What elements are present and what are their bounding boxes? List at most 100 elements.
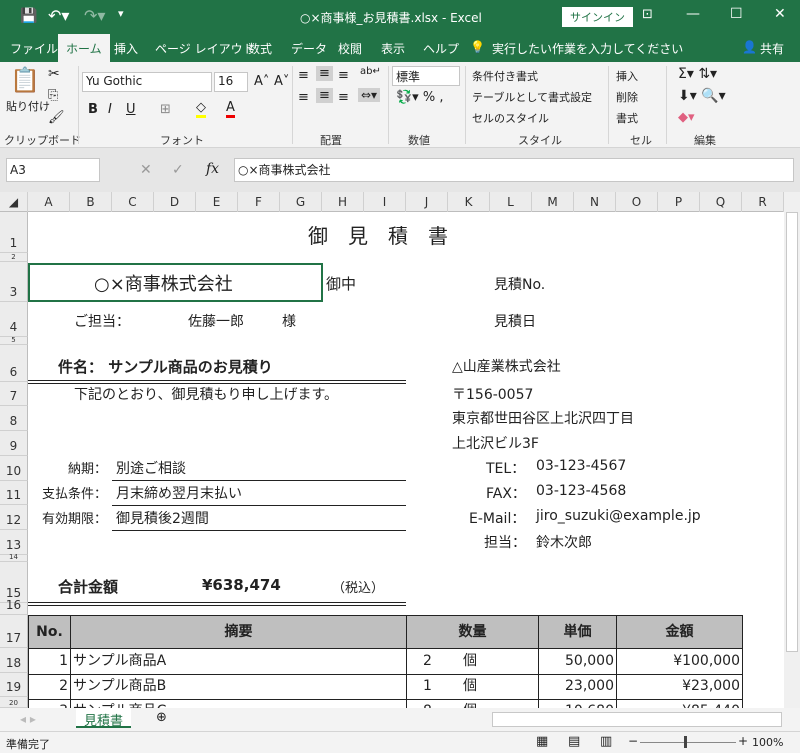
row-header[interactable]: 11 xyxy=(0,481,28,505)
table-cell-qty[interactable]: 8個 xyxy=(406,699,539,708)
worksheet-grid[interactable]: 御 見 積 書 ○×商事株式会社 御中 見積No. ご担当： 佐藤一郎 様 見積… xyxy=(28,212,784,708)
select-all[interactable]: ◢ xyxy=(0,192,28,212)
row-header[interactable]: 8 xyxy=(0,406,28,431)
row-header[interactable]: 2 xyxy=(0,253,28,262)
row-header[interactable]: 13 xyxy=(0,530,28,555)
sheet-tab[interactable]: 見積書 xyxy=(76,708,132,729)
currency-icon[interactable]: 💱▾ % , xyxy=(396,90,443,105)
paste-button[interactable]: 貼り付け xyxy=(6,98,50,114)
column-header[interactable]: I xyxy=(364,192,406,212)
minimize-icon[interactable]: — xyxy=(686,6,700,22)
row-header[interactable]: 14 xyxy=(0,553,28,562)
find-icon[interactable]: ⬇▾ 🔍▾ xyxy=(678,88,726,104)
row-header[interactable]: 3 xyxy=(0,262,28,302)
copy-icon[interactable]: ⎘ xyxy=(48,88,58,103)
tell-me-input[interactable]: 実行したい作業を入力してください xyxy=(492,40,683,57)
align-center-icon[interactable]: ≡ xyxy=(316,88,333,103)
font-size-select[interactable]: 16 xyxy=(214,72,248,92)
align-top-icon[interactable]: ≡ xyxy=(298,68,309,83)
column-header[interactable]: J xyxy=(406,192,448,212)
vertical-scrollbar[interactable] xyxy=(784,192,800,708)
table-cell-no[interactable]: 3 xyxy=(28,699,71,708)
decrease-font-icon[interactable]: A˅ xyxy=(274,74,289,89)
column-header[interactable]: P xyxy=(658,192,700,212)
row-header[interactable]: 9 xyxy=(0,431,28,456)
increase-font-icon[interactable]: A˄ xyxy=(254,74,269,89)
zoom-in-icon[interactable]: + xyxy=(738,734,748,748)
ribbon-display-icon[interactable]: ⊡ xyxy=(642,7,653,22)
table-cell-qty[interactable]: 1個 xyxy=(406,674,539,700)
formula-input[interactable]: ○×商事株式会社 xyxy=(234,158,794,182)
customize-qat-icon[interactable]: ▾ xyxy=(118,7,124,20)
cell-styles-button[interactable]: セルのスタイル xyxy=(472,110,549,126)
format-cells-button[interactable]: 書式 xyxy=(616,110,638,126)
tab-data[interactable]: データ xyxy=(291,40,327,57)
maximize-icon[interactable]: ☐ xyxy=(730,6,743,22)
row-header[interactable]: 6 xyxy=(0,345,28,382)
table-cell-amount[interactable]: ¥100,000 xyxy=(616,649,743,675)
save-icon[interactable]: 💾 xyxy=(20,8,37,24)
row-header[interactable]: 17 xyxy=(0,615,28,648)
wrap-text-icon[interactable]: ab↵ xyxy=(360,66,381,77)
signin-button[interactable]: サインイン xyxy=(562,7,633,27)
column-header[interactable]: N xyxy=(574,192,616,212)
format-painter-icon[interactable]: 🖌 xyxy=(48,110,65,125)
row-header[interactable]: 7 xyxy=(0,382,28,406)
table-cell-desc[interactable]: サンプル商品B xyxy=(70,674,407,700)
enter-icon[interactable]: ✓ xyxy=(172,162,184,178)
page-layout-view-icon[interactable]: ▤ xyxy=(568,734,580,749)
format-as-table-button[interactable]: テーブルとして書式設定 xyxy=(472,89,592,105)
column-header[interactable]: F xyxy=(238,192,280,212)
row-header[interactable]: 12 xyxy=(0,505,28,530)
zoom-slider[interactable] xyxy=(640,742,736,743)
row-header[interactable]: 10 xyxy=(0,456,28,481)
align-bottom-icon[interactable]: ≡ xyxy=(338,68,349,83)
italic-button[interactable]: I xyxy=(108,102,112,117)
normal-view-icon[interactable]: ▦ xyxy=(536,734,548,749)
redo-icon[interactable]: ↷▾ xyxy=(84,6,105,25)
bold-button[interactable]: B xyxy=(88,102,98,117)
underline-button[interactable]: U xyxy=(126,102,136,117)
row-header[interactable]: 15 xyxy=(0,562,28,603)
align-right-icon[interactable]: ≡ xyxy=(338,90,349,105)
column-header[interactable]: G xyxy=(280,192,322,212)
column-header[interactable]: Q xyxy=(700,192,742,212)
row-header[interactable]: 4 xyxy=(0,302,28,337)
tab-file[interactable]: ファイル xyxy=(10,40,58,57)
tab-view[interactable]: 表示 xyxy=(381,40,405,57)
column-header[interactable]: O xyxy=(616,192,658,212)
horizontal-scrollbar[interactable] xyxy=(492,712,782,727)
align-middle-icon[interactable]: ≡ xyxy=(316,66,333,81)
name-box[interactable]: A3 xyxy=(6,158,100,182)
column-header[interactable]: B xyxy=(70,192,112,212)
close-icon[interactable]: ✕ xyxy=(774,6,786,22)
column-header[interactable]: R xyxy=(742,192,784,212)
table-cell-amount[interactable]: ¥23,000 xyxy=(616,674,743,700)
table-cell-price[interactable]: 23,000 xyxy=(538,674,617,700)
tab-formulas[interactable]: 数式 xyxy=(248,40,272,57)
clear-icon[interactable]: ◆▾ xyxy=(678,110,695,125)
add-sheet-icon[interactable]: ⊕ xyxy=(156,710,167,725)
align-left-icon[interactable]: ≡ xyxy=(298,90,309,105)
tab-help[interactable]: ヘルプ xyxy=(423,40,459,57)
vertical-scroll-thumb[interactable] xyxy=(786,212,798,652)
column-header[interactable]: A xyxy=(28,192,70,212)
zoom-out-icon[interactable]: − xyxy=(628,734,638,748)
autosum-icon[interactable]: Σ▾ ⇅▾ xyxy=(678,66,717,82)
row-header[interactable]: 20 xyxy=(0,697,28,708)
border-icon[interactable]: ⊞ xyxy=(160,102,171,117)
conditional-format-button[interactable]: 条件付き書式 xyxy=(472,68,538,84)
table-cell-qty[interactable]: 2個 xyxy=(406,649,539,675)
table-cell-desc[interactable]: サンプル商品A xyxy=(70,649,407,675)
tab-page-layout[interactable]: ページ レイアウト xyxy=(155,40,255,57)
column-header[interactable]: H xyxy=(322,192,364,212)
undo-icon[interactable]: ↶▾ xyxy=(48,6,69,25)
insert-cells-button[interactable]: 挿入 xyxy=(616,68,638,84)
table-cell-no[interactable]: 2 xyxy=(28,674,71,700)
table-cell-price[interactable]: 50,000 xyxy=(538,649,617,675)
column-header[interactable]: E xyxy=(196,192,238,212)
column-header[interactable]: D xyxy=(154,192,196,212)
font-name-select[interactable]: Yu Gothic xyxy=(82,72,212,92)
column-header[interactable]: K xyxy=(448,192,490,212)
row-header[interactable]: 1 xyxy=(0,212,28,253)
